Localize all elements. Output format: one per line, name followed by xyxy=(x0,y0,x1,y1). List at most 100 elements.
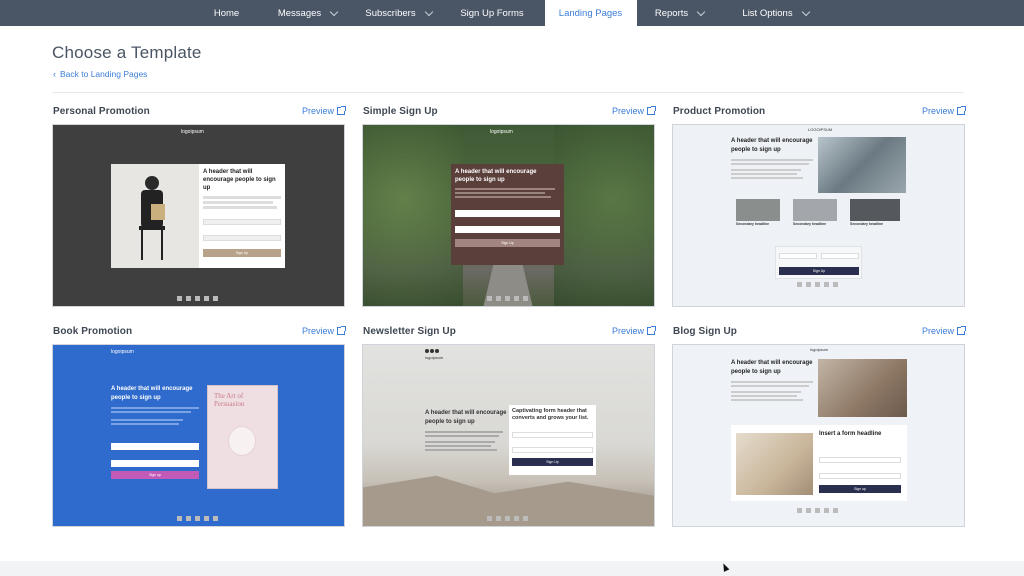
nav-item-label: Messages xyxy=(277,7,322,19)
name-field xyxy=(111,443,199,450)
template-thumbnail[interactable]: logoipsum A header that will encourage p… xyxy=(672,344,965,527)
book-cover: The Art of Persuasion xyxy=(207,385,278,489)
logo: logoipsum xyxy=(111,349,134,355)
email-field xyxy=(111,460,199,467)
logo: logoipsum xyxy=(810,347,829,352)
template-card-simple-sign-up: Simple Sign Up Preview logoipsum A heade… xyxy=(362,106,656,307)
logo-icon xyxy=(425,349,439,353)
back-link-label: Back to Landing Pages xyxy=(60,69,148,79)
preview-label: Preview xyxy=(301,106,334,116)
preview-link[interactable]: Preview xyxy=(921,106,966,116)
template-thumbnail[interactable]: logoipsum A header that will encourage p… xyxy=(52,344,345,527)
template-title: Personal Promotion xyxy=(53,106,150,117)
template-title: Book Promotion xyxy=(53,326,133,337)
blog-photo-family xyxy=(818,359,907,417)
preview-link[interactable]: Preview xyxy=(611,106,656,116)
back-to-landing-pages-link[interactable]: ‹ Back to Landing Pages xyxy=(53,69,147,79)
preview-link[interactable]: Preview xyxy=(612,326,656,336)
product-photo-3 xyxy=(850,199,900,221)
product-photo-1 xyxy=(736,199,780,221)
template-title: Simple Sign Up xyxy=(363,106,438,117)
signup-form: Sign Up xyxy=(775,246,862,279)
external-link-icon xyxy=(647,326,656,335)
nav-item-label: Subscribers xyxy=(365,7,416,19)
nav-item-messages[interactable]: Messages xyxy=(258,0,358,26)
template-headline: A header that will encourage people to s… xyxy=(455,169,537,183)
chevron-down-icon xyxy=(801,7,810,16)
nav-item-reports[interactable]: Reports xyxy=(637,0,723,26)
template-title: Product Promotion xyxy=(673,106,766,117)
nav-item-label: Landing Pages xyxy=(558,7,623,19)
nav-item-label: Reports xyxy=(654,7,689,19)
preview-link[interactable]: Preview xyxy=(301,106,346,116)
template-card-newsletter-sign-up: Newsletter Sign Up Preview logoipsum A h… xyxy=(362,326,656,527)
preview-link[interactable]: Preview xyxy=(301,326,346,336)
logo: LOGOIPSUM xyxy=(808,127,833,132)
template-headline: A header that will encourage people to s… xyxy=(111,386,193,401)
external-link-icon xyxy=(957,106,966,115)
form-panel: A header that will encourage people to s… xyxy=(451,164,564,265)
form-header: Captivating form header that converts an… xyxy=(512,408,589,421)
template-headline: A header that will encourage people to s… xyxy=(425,410,507,425)
page-footer xyxy=(0,561,1024,576)
nav-item-label: List Options xyxy=(742,7,793,19)
logo: logoipsum xyxy=(490,129,513,135)
preview-label: Preview xyxy=(301,326,334,336)
external-link-icon xyxy=(957,326,966,335)
template-thumbnail[interactable]: logoipsum A header that will encourage p… xyxy=(362,124,655,307)
template-card-personal-promotion: Personal Promotion Preview logoipsum A h… xyxy=(52,106,346,307)
blog-photo-mother-child xyxy=(736,433,813,495)
template-title: Blog Sign Up xyxy=(673,326,737,337)
product-photo-2 xyxy=(793,199,837,221)
sign-up-button: Sign Up xyxy=(203,249,281,257)
nav-item-list-options[interactable]: List Options xyxy=(723,0,829,26)
external-link-icon xyxy=(337,106,346,115)
form-header: Insert a form headline xyxy=(819,431,882,437)
divider xyxy=(52,92,964,93)
sign-up-button: Sign Up xyxy=(455,239,560,247)
nav-item-home[interactable]: Home xyxy=(196,0,258,26)
external-link-icon xyxy=(337,326,346,335)
template-card-product-promotion: Product Promotion Preview LOGOIPSUM A he… xyxy=(672,106,966,307)
chevron-down-icon xyxy=(329,7,339,16)
template-headline: A header that will encourage people to s… xyxy=(203,169,276,191)
chevron-down-icon xyxy=(696,7,706,16)
preview-label: Preview xyxy=(921,326,954,336)
secondary-headline-2: Secondary headline xyxy=(793,222,827,226)
sign-up-button: Sign Up xyxy=(779,267,859,275)
nav-item-label: Sign Up Forms xyxy=(460,7,524,19)
chevron-left-icon: ‹ xyxy=(53,69,56,79)
template-headline: A header that will encourage people to s… xyxy=(731,138,813,153)
top-navigation: Home Messages Subscribers Sign Up Forms Land… xyxy=(0,0,1024,26)
product-photo-kitchen xyxy=(818,137,906,193)
form-panel: A header that will encourage people to s… xyxy=(199,164,285,268)
nav-item-landing-pages[interactable]: Landing Pages xyxy=(544,0,637,26)
photo-woman-on-chair xyxy=(111,164,199,268)
book-title: The Art of Persuasion xyxy=(214,392,245,408)
sign-up-button: Sign up xyxy=(111,471,199,479)
logo: logoipsum xyxy=(425,355,444,360)
template-title: Newsletter Sign Up xyxy=(363,326,456,337)
nav-item-sign-up-forms[interactable]: Sign Up Forms xyxy=(440,0,545,26)
nav-item-subscribers[interactable]: Subscribers xyxy=(358,0,440,26)
preview-link[interactable]: Preview xyxy=(921,326,966,336)
nav-item-label: Home xyxy=(213,7,240,19)
template-headline: A header that will encourage people to s… xyxy=(731,360,813,375)
preview-label: Preview xyxy=(611,106,644,116)
preview-label: Preview xyxy=(921,106,954,116)
sign-up-button: Sign Up xyxy=(512,458,593,466)
secondary-headline-1: Secondary headline xyxy=(736,222,770,226)
secondary-headline-3: Secondary headline xyxy=(850,222,884,226)
blog-signup-panel: Insert a form headline Sign up xyxy=(731,425,907,501)
template-thumbnail[interactable]: LOGOIPSUM A header that will encourage p… xyxy=(672,124,965,307)
template-card-book-promotion: Book Promotion Preview logoipsum A heade… xyxy=(52,326,346,527)
external-link-icon xyxy=(647,106,656,115)
sign-up-button: Sign up xyxy=(819,485,901,493)
template-thumbnail[interactable]: logoipsum A header that will encourage p… xyxy=(362,344,655,527)
signup-form: Captivating form header that converts an… xyxy=(509,405,596,475)
page-title: Choose a Template xyxy=(52,43,202,62)
template-thumbnail[interactable]: logoipsum A header that will encourage p… xyxy=(52,124,345,307)
template-card-blog-sign-up: Blog Sign Up Preview logoipsum A header … xyxy=(672,326,966,527)
logo: logoipsum xyxy=(181,129,204,135)
chevron-down-icon xyxy=(424,7,433,16)
